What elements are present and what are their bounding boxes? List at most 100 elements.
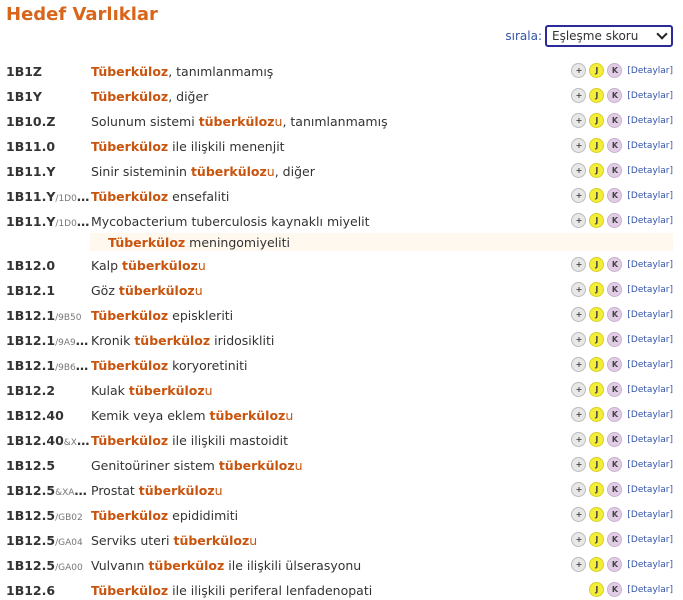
entity-title[interactable]: Tüberküloz, tanımlanmamış [91, 64, 273, 79]
details-link[interactable]: [Detaylar] [627, 485, 673, 495]
entity-code[interactable]: 1B12.5/GA04 [6, 533, 90, 548]
details-link[interactable]: [Detaylar] [627, 585, 673, 595]
j-button[interactable]: J [589, 457, 605, 472]
k-button[interactable]: K [607, 332, 623, 347]
add-button[interactable]: + [571, 332, 587, 347]
entity-code[interactable]: 1B11.0 [6, 139, 90, 154]
add-button[interactable]: + [571, 557, 587, 572]
entity-title[interactable]: Prostat tüberkülozu [91, 483, 223, 498]
add-button[interactable]: + [571, 307, 587, 322]
j-button[interactable]: J [589, 138, 605, 153]
add-button[interactable]: + [571, 357, 587, 372]
entity-code[interactable]: 1B11.Y/1D02.0 [6, 214, 90, 229]
j-button[interactable]: J [589, 432, 605, 447]
entity-code[interactable]: 1B10.Z [6, 114, 90, 129]
details-link[interactable]: [Detaylar] [627, 66, 673, 76]
j-button[interactable]: J [589, 382, 605, 397]
entity-title[interactable]: Kulak tüberkülozu [91, 383, 213, 398]
j-button[interactable]: J [589, 282, 605, 297]
entity-code[interactable]: 1B12.1/9B50 [6, 308, 90, 323]
entity-title[interactable]: Mycobacterium tuberculosis kaynaklı miye… [91, 214, 370, 229]
entity-title[interactable]: Serviks uteri tüberkülozu [91, 533, 257, 548]
add-button[interactable]: + [571, 382, 587, 397]
details-link[interactable]: [Detaylar] [627, 535, 673, 545]
j-button[interactable]: J [589, 532, 605, 547]
k-button[interactable]: K [607, 307, 623, 322]
add-button[interactable]: + [571, 482, 587, 497]
k-button[interactable]: K [607, 282, 623, 297]
entity-title[interactable]: Tüberküloz ile ilişkili menenjit [91, 139, 285, 154]
entity-code[interactable]: 1B12.40 [6, 408, 90, 423]
entity-code[interactable]: 1B12.6 [6, 583, 90, 598]
j-button[interactable]: J [589, 582, 605, 597]
k-button[interactable]: K [607, 63, 623, 78]
details-link[interactable]: [Detaylar] [627, 285, 673, 295]
add-button[interactable]: + [571, 507, 587, 522]
add-button[interactable]: + [571, 163, 587, 178]
add-button[interactable]: + [571, 113, 587, 128]
entity-title[interactable]: Solunum sistemi tüberkülozu, tanımlanmam… [91, 114, 388, 129]
k-button[interactable]: K [607, 407, 623, 422]
details-link[interactable]: [Detaylar] [627, 310, 673, 320]
j-button[interactable]: J [589, 113, 605, 128]
entity-title[interactable]: Tüberküloz koryoretiniti [91, 358, 247, 373]
details-link[interactable]: [Detaylar] [627, 141, 673, 151]
entity-title[interactable]: Kemik veya eklem tüberkülozu [91, 408, 293, 423]
j-button[interactable]: J [589, 557, 605, 572]
entity-code[interactable]: 1B12.2 [6, 383, 90, 398]
details-link[interactable]: [Detaylar] [627, 435, 673, 445]
j-button[interactable]: J [589, 482, 605, 497]
entity-title[interactable]: Kalp tüberkülozu [91, 258, 206, 273]
j-button[interactable]: J [589, 357, 605, 372]
entity-title[interactable]: Tüberküloz ile ilişkili mastoidit [91, 433, 288, 448]
details-link[interactable]: [Detaylar] [627, 460, 673, 470]
add-button[interactable]: + [571, 532, 587, 547]
k-button[interactable]: K [607, 507, 623, 522]
entity-code[interactable]: 1B12.0 [6, 258, 90, 273]
add-button[interactable]: + [571, 457, 587, 472]
add-button[interactable]: + [571, 282, 587, 297]
j-button[interactable]: J [589, 257, 605, 272]
details-link[interactable]: [Detaylar] [627, 260, 673, 270]
entity-title[interactable]: Sinir sisteminin tüberkülozu, diğer [91, 164, 315, 179]
sort-select[interactable]: Eşleşme skoru [545, 25, 673, 47]
details-link[interactable]: [Detaylar] [627, 91, 673, 101]
k-button[interactable]: K [607, 257, 623, 272]
j-button[interactable]: J [589, 407, 605, 422]
k-button[interactable]: K [607, 457, 623, 472]
k-button[interactable]: K [607, 213, 623, 228]
k-button[interactable]: K [607, 88, 623, 103]
details-link[interactable]: [Detaylar] [627, 335, 673, 345]
details-link[interactable]: [Detaylar] [627, 191, 673, 201]
details-link[interactable]: [Detaylar] [627, 410, 673, 420]
add-button[interactable]: + [571, 432, 587, 447]
k-button[interactable]: K [607, 482, 623, 497]
j-button[interactable]: J [589, 332, 605, 347]
j-button[interactable]: J [589, 507, 605, 522]
entity-code[interactable]: 1B12.40&XA6... [6, 433, 90, 448]
entity-title[interactable]: Tüberküloz, diğer [91, 89, 208, 104]
add-button[interactable]: + [571, 138, 587, 153]
k-button[interactable]: K [607, 188, 623, 203]
j-button[interactable]: J [589, 213, 605, 228]
entity-title[interactable]: Tüberküloz ensefaliti [91, 189, 229, 204]
entity-code[interactable]: 1B1Y [6, 89, 90, 104]
entity-code[interactable]: 1B12.5/GA00 [6, 558, 90, 573]
j-button[interactable]: J [589, 307, 605, 322]
entity-title[interactable]: Tüberküloz ile ilişkili periferal lenfad… [91, 583, 372, 598]
details-link[interactable]: [Detaylar] [627, 510, 673, 520]
k-button[interactable]: K [607, 163, 623, 178]
entity-code[interactable]: 1B12.1/9A96.2 [6, 333, 90, 348]
entity-code[interactable]: 1B12.1 [6, 283, 90, 298]
entity-code[interactable]: 1B12.1/9B65.2 [6, 358, 90, 373]
k-button[interactable]: K [607, 432, 623, 447]
entity-code[interactable]: 1B12.5&XA63E5 [6, 483, 90, 498]
entity-title[interactable]: Vulvanın tüberküloz ile ilişkili ülseras… [91, 558, 361, 573]
entity-title[interactable]: Kronik tüberküloz iridosikliti [91, 333, 274, 348]
add-button[interactable]: + [571, 407, 587, 422]
details-link[interactable]: [Detaylar] [627, 385, 673, 395]
entity-code[interactable]: 1B12.5 [6, 458, 90, 473]
details-link[interactable]: [Detaylar] [627, 116, 673, 126]
j-button[interactable]: J [589, 163, 605, 178]
details-link[interactable]: [Detaylar] [627, 166, 673, 176]
